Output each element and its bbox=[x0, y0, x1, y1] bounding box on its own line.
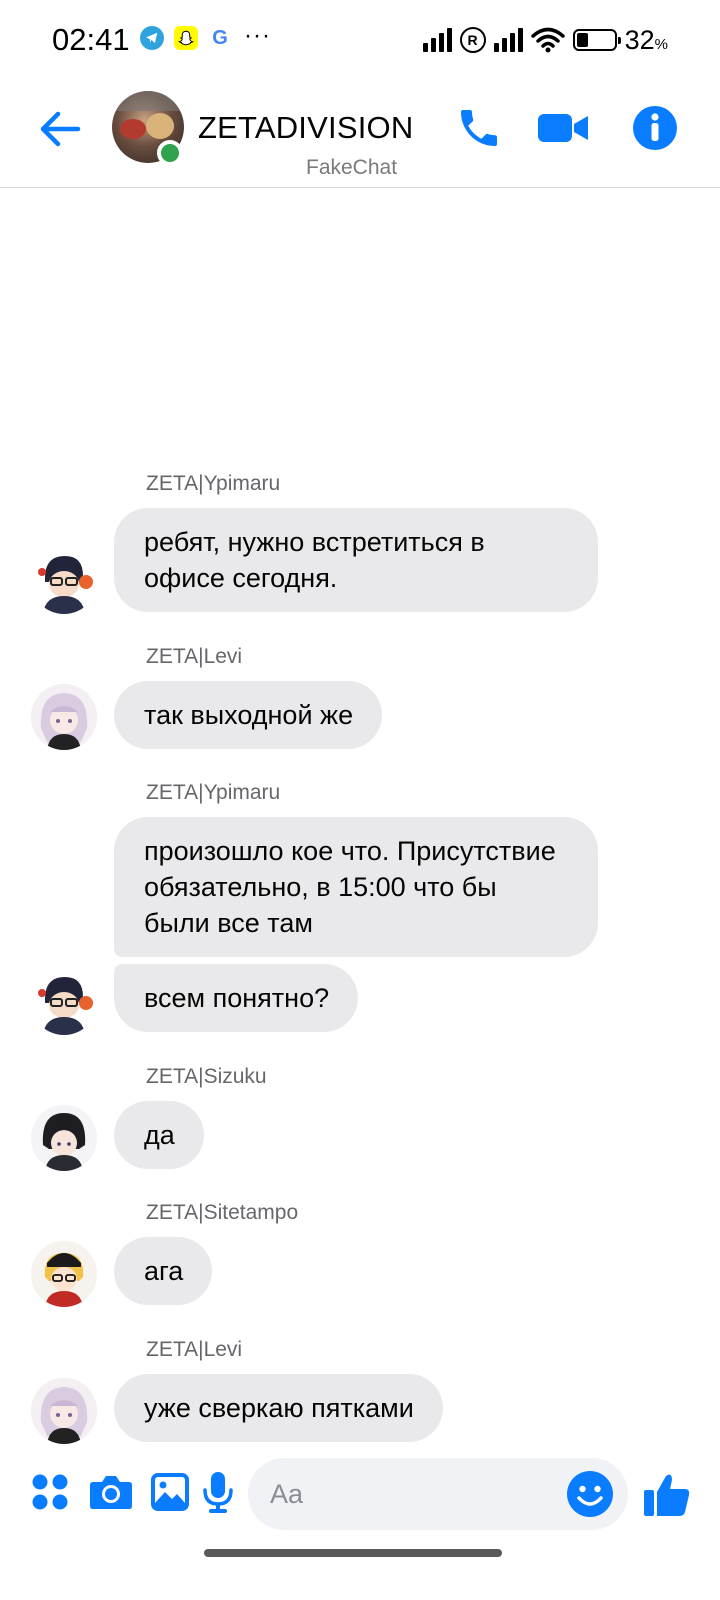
voice-button[interactable] bbox=[196, 1470, 240, 1514]
online-status-dot bbox=[157, 140, 183, 166]
avatar-ypimaru[interactable] bbox=[31, 969, 97, 1035]
google-icon: G bbox=[212, 26, 228, 49]
avatar-sitetampo[interactable] bbox=[31, 1241, 97, 1307]
image-icon bbox=[151, 1473, 189, 1511]
snapchat-icon bbox=[174, 26, 198, 50]
thumbs-up-icon bbox=[644, 1474, 690, 1516]
sender-name: ZETA|Levi bbox=[146, 1338, 243, 1361]
signal-icon-2 bbox=[493, 28, 523, 52]
microphone-icon bbox=[203, 1472, 233, 1513]
chat-subtitle: FakeChat bbox=[306, 156, 398, 179]
battery-icon bbox=[572, 29, 621, 51]
battery-level bbox=[576, 33, 589, 47]
home-indicator[interactable] bbox=[204, 1549, 502, 1557]
arrow-left-icon bbox=[40, 111, 81, 147]
audio-call-button[interactable] bbox=[452, 104, 506, 152]
sender-name: ZETA|Sitetampo bbox=[146, 1201, 299, 1224]
avatar-levi[interactable] bbox=[31, 1378, 97, 1444]
sender-name: ZETA|Ypimaru bbox=[146, 472, 281, 495]
video-camera-icon bbox=[538, 114, 588, 142]
message-bubble[interactable]: ага bbox=[114, 1237, 213, 1305]
emoji-button[interactable] bbox=[566, 1470, 614, 1518]
message-bubble[interactable]: ребят, нужно встретиться в офисе сегодня… bbox=[114, 508, 598, 612]
battery-percent: 32% bbox=[624, 24, 668, 55]
info-button[interactable] bbox=[628, 104, 682, 152]
telegram-icon bbox=[140, 26, 164, 50]
wifi-icon bbox=[530, 27, 565, 53]
back-button[interactable] bbox=[36, 104, 86, 154]
camera-button[interactable] bbox=[89, 1470, 133, 1514]
message-bubble[interactable]: всем понятно? bbox=[114, 964, 359, 1032]
phone-icon bbox=[461, 110, 497, 146]
more-actions-button[interactable] bbox=[28, 1470, 72, 1514]
sender-name: ZETA|Levi bbox=[146, 645, 243, 668]
sender-name: ZETA|Sizuku bbox=[146, 1065, 267, 1088]
avatar-ypimaru[interactable] bbox=[31, 548, 97, 614]
sender-name: ZETA|Ypimaru bbox=[146, 781, 281, 804]
message-bubble[interactable]: так выходной же bbox=[114, 681, 383, 749]
info-icon bbox=[633, 106, 677, 150]
avatar-levi[interactable] bbox=[31, 684, 97, 750]
status-right: R 32% bbox=[422, 22, 668, 58]
video-call-button[interactable] bbox=[536, 104, 590, 152]
registered-icon: R bbox=[459, 27, 486, 53]
message-bubble[interactable]: уже сверкаю пятками bbox=[114, 1374, 443, 1442]
message-input[interactable] bbox=[270, 1458, 560, 1530]
chat-title[interactable]: ZETADIVISION bbox=[198, 110, 413, 146]
avatar-sizuku[interactable] bbox=[31, 1105, 97, 1171]
gallery-button[interactable] bbox=[148, 1470, 192, 1514]
camera-icon bbox=[90, 1476, 132, 1509]
status-time: 02:41 bbox=[52, 22, 130, 57]
smiley-icon bbox=[567, 1471, 613, 1517]
signal-icon bbox=[422, 28, 452, 52]
message-composer bbox=[0, 1452, 720, 1540]
like-button[interactable] bbox=[642, 1470, 692, 1520]
four-dots-icon bbox=[32, 1474, 68, 1510]
message-input-wrapper bbox=[248, 1458, 628, 1530]
chat-header: ZETADIVISION FakeChat bbox=[0, 84, 720, 188]
more-icon: ··· bbox=[244, 22, 271, 49]
message-bubble[interactable]: произошло кое что. Присутствие обязатель… bbox=[114, 817, 598, 957]
message-bubble[interactable]: да bbox=[114, 1101, 204, 1169]
status-bar: 02:41 G ··· R 32% bbox=[0, 0, 720, 84]
